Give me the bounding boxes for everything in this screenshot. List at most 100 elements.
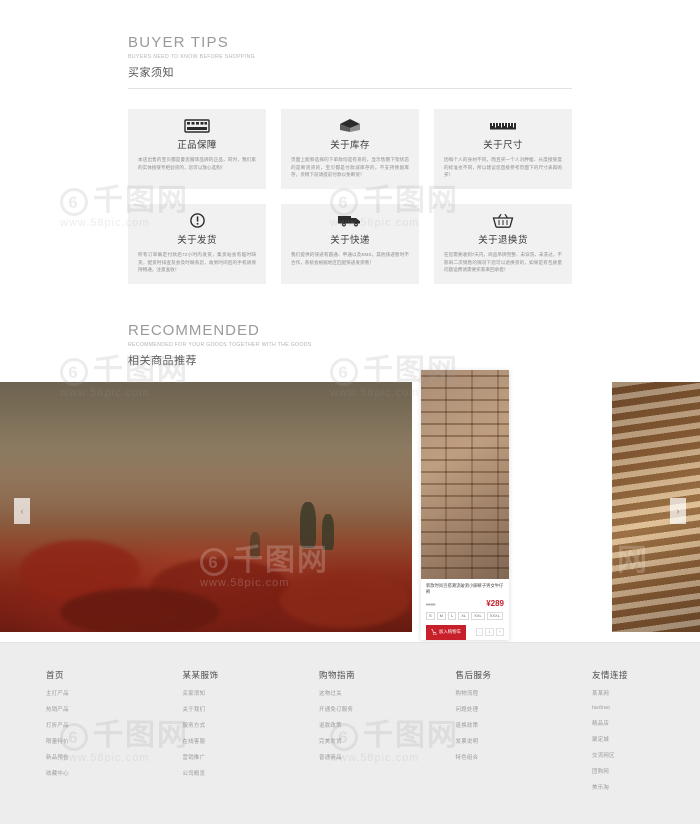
product-name: 新款时尚百搭潮流破洞小脚裤子男女牛仔裤 xyxy=(426,583,504,595)
qty-increase-button[interactable]: + xyxy=(495,628,504,637)
footer-link[interactable]: 发票说明 xyxy=(456,737,554,745)
footer-link[interactable]: 限量特价 xyxy=(46,737,144,745)
tip-body: 因每个人的身材不同，而且买一个人对胖瘦、长度接受度的标准也不同，所以建议您首接参… xyxy=(444,157,562,178)
tip-title: 正品保障 xyxy=(177,140,217,151)
buyer-tips-heading-sub: BUYERS NEED TO KNOW BEFORE SHOPPING xyxy=(128,54,256,60)
footer-link[interactable]: 主打产品 xyxy=(46,689,144,697)
footer-column-title: 首页 xyxy=(46,670,65,680)
size-option[interactable]: XXL xyxy=(471,611,485,620)
footer-column-title: 购物指南 xyxy=(319,670,356,680)
product-price-original: ¥588 xyxy=(426,601,436,607)
ruler-icon xyxy=(489,118,517,133)
tip-card-express[interactable]: 关于快递 我们提供的快递有圆通、申通以及EMS，其他快递暂时不合作，系统会根据地… xyxy=(281,204,419,284)
buyer-tips-heading-en: BUYER TIPS xyxy=(128,34,229,51)
recommended-heading-cn: 相关商品推荐 xyxy=(128,355,197,367)
footer-link[interactable]: 完美发货 xyxy=(319,737,417,745)
product-info: 新款时尚百搭潮流破洞小脚裤子男女牛仔裤 ¥588 ¥289 S M L XL X… xyxy=(421,579,509,640)
footer-link[interactable]: 退换政策 xyxy=(456,721,554,729)
footer-link[interactable]: 购物流程 xyxy=(456,689,554,697)
footer-link[interactable]: 打折产品 xyxy=(46,721,144,729)
truck-icon xyxy=(337,213,363,228)
recommended-heading-sub: RECOMMENDED FOR YOUR GOODS TOGETHER WITH… xyxy=(128,342,312,348)
exclamation-icon xyxy=(189,213,205,228)
tip-body: 本店出售的宝贝都是曼思服饰品牌的正品，同时，我们家的实体接受专柜验货的，您可以放… xyxy=(138,157,256,170)
product-image xyxy=(421,370,509,580)
tip-card-stock[interactable]: 关于库存 页面上能够选择的下单款均是有货的，显示售罄下架状态的是断货货的，宝贝都… xyxy=(281,109,419,189)
add-to-cart-button[interactable]: 加入购物车 xyxy=(426,624,466,640)
footer-link[interactable]: 美乐淘 xyxy=(592,783,654,791)
recommended-section: RECOMMENDED RECOMMENDED FOR YOUR GOODS T… xyxy=(0,284,700,640)
footer-link[interactable]: 团购网 xyxy=(592,767,654,775)
tip-body: 我们提供的快递有圆通、申通以及EMS，其他快递暂时不合作，系统会根据地区匹配快递… xyxy=(291,252,409,265)
footer-column-service: 售后服务 购物流程 问题处理 退换政策 发票说明 特色组合 xyxy=(456,669,554,791)
footer-link[interactable]: 关于我们 xyxy=(183,705,281,713)
film-strip-icon xyxy=(184,118,210,133)
footer-link[interactable]: 普通商品 xyxy=(319,753,417,761)
shopping-cart-icon xyxy=(431,628,437,636)
footer-link[interactable]: 这物过关 xyxy=(319,689,417,697)
footer-column-title: 售后服务 xyxy=(455,670,492,680)
tip-card-authenticity[interactable]: 正品保障 本店出售的宝贝都是曼思服饰品牌的正品，同时，我们家的实体接受专柜验货的… xyxy=(128,109,266,189)
hillside-photo xyxy=(0,382,412,632)
footer-column-brand: 某某服饰 买家须知 关于我们 服务方式 在线客服 营销推广 公司概览 xyxy=(183,669,281,791)
tip-card-returns[interactable]: 关于退换货 在您需要收到7天内，商品吊牌完整、未穿洗、未洗过，不影响二次销售的情… xyxy=(434,204,572,284)
qty-value[interactable]: 1 xyxy=(485,628,494,637)
quantity-stepper[interactable]: - 1 + xyxy=(476,628,504,637)
basket-icon xyxy=(492,213,514,228)
buyer-tips-section: BUYER TIPS BUYERS NEED TO KNOW BEFORE SH… xyxy=(0,0,700,284)
size-option[interactable]: S xyxy=(426,611,435,620)
carousel-prev-button[interactable]: ‹ xyxy=(14,498,30,524)
size-option[interactable]: XXXL xyxy=(486,611,503,620)
tip-body: 页面上能够选择的下单款均是有货的，显示售罄下架状态的是断货货的，宝贝都是付款减库… xyxy=(291,157,409,178)
carousel-slide-stairs[interactable]: › xyxy=(612,382,700,632)
footer-link[interactable]: taobao xyxy=(592,705,654,711)
tip-card-size[interactable]: 关于尺寸 因每个人的身材不同，而且买一个人对胖瘦、长度接受度的标准也不同，所以建… xyxy=(434,109,572,189)
size-option[interactable]: M xyxy=(436,611,447,620)
tip-title: 关于库存 xyxy=(330,140,370,151)
footer-link[interactable]: 交流网区 xyxy=(592,751,654,759)
qty-decrease-button[interactable]: - xyxy=(476,628,484,637)
footer-link[interactable]: 聚定城 xyxy=(592,735,654,743)
footer-column-guide: 购物指南 这物过关 开通免订服务 退款政策 完美发货 普通商品 xyxy=(319,669,417,791)
carousel-next-button[interactable]: › xyxy=(670,498,686,524)
size-option[interactable]: XL xyxy=(458,611,470,620)
site-footer: 首页 主打产品 热销产品 打折产品 限量特价 新品预告 收藏中心 某某服饰 买家… xyxy=(0,642,700,824)
buyer-tips-divider xyxy=(128,88,572,89)
product-size-options: S M L XL XXL XXXL xyxy=(426,611,504,620)
product-price-current: ¥289 xyxy=(486,598,504,608)
tip-body: 所有订单确定付款后72小时内发货，集货站会有临时缺货，配货时排查及会及时联系您，… xyxy=(138,252,256,273)
recommended-carousel: ‹ › 新款时尚百搭潮流破洞小脚裤子男女牛仔裤 ¥588 ¥289 S M L … xyxy=(0,370,700,640)
product-cart-row: 加入购物车 - 1 + xyxy=(426,624,504,640)
footer-link[interactable]: 特色组合 xyxy=(456,753,554,761)
footer-link[interactable]: 在线客服 xyxy=(183,737,281,745)
tip-title: 关于快递 xyxy=(330,235,370,246)
carousel-slide-hillside[interactable]: ‹ xyxy=(0,382,412,632)
buyer-tips-heading-cn: 买家须知 xyxy=(128,67,174,79)
footer-link[interactable]: 收藏中心 xyxy=(46,769,144,777)
open-box-icon xyxy=(338,118,362,133)
footer-column-friendlinks: 友情连接 某某网 taobao 精品店 聚定城 交流网区 团购网 美乐淘 xyxy=(592,669,654,791)
recommended-heading-en: RECOMMENDED xyxy=(128,322,260,339)
footer-link[interactable]: 退款政策 xyxy=(319,721,417,729)
size-option[interactable]: L xyxy=(448,611,457,620)
buyer-tips-grid: 正品保障 本店出售的宝贝都是曼思服饰品牌的正品，同时，我们家的实体接受专柜验货的… xyxy=(128,109,572,284)
tip-title: 关于发货 xyxy=(177,235,217,246)
stairway-photo xyxy=(612,382,700,632)
footer-link[interactable]: 公司概览 xyxy=(183,769,281,777)
footer-link[interactable]: 新品预告 xyxy=(46,753,144,761)
footer-link[interactable]: 精品店 xyxy=(592,719,654,727)
footer-link[interactable]: 营销推广 xyxy=(183,753,281,761)
page-root: BUYER TIPS BUYERS NEED TO KNOW BEFORE SH… xyxy=(0,0,700,824)
product-price-row: ¥588 ¥289 xyxy=(426,599,504,608)
footer-column-home: 首页 主打产品 热销产品 打折产品 限量特价 新品预告 收藏中心 xyxy=(46,669,144,791)
add-to-cart-label: 加入购物车 xyxy=(439,629,461,635)
footer-link[interactable]: 热销产品 xyxy=(46,705,144,713)
product-card[interactable]: 新款时尚百搭潮流破洞小脚裤子男女牛仔裤 ¥588 ¥289 S M L XL X… xyxy=(421,370,509,640)
footer-link[interactable]: 开通免订服务 xyxy=(319,705,417,713)
footer-link[interactable]: 买家须知 xyxy=(183,689,281,697)
footer-link[interactable]: 某某网 xyxy=(592,689,654,697)
footer-column-title: 友情连接 xyxy=(592,670,629,680)
footer-link[interactable]: 问题处理 xyxy=(456,705,554,713)
footer-link[interactable]: 服务方式 xyxy=(183,721,281,729)
tip-card-shipping[interactable]: 关于发货 所有订单确定付款后72小时内发货，集货站会有临时缺货，配货时排查及会及… xyxy=(128,204,266,284)
